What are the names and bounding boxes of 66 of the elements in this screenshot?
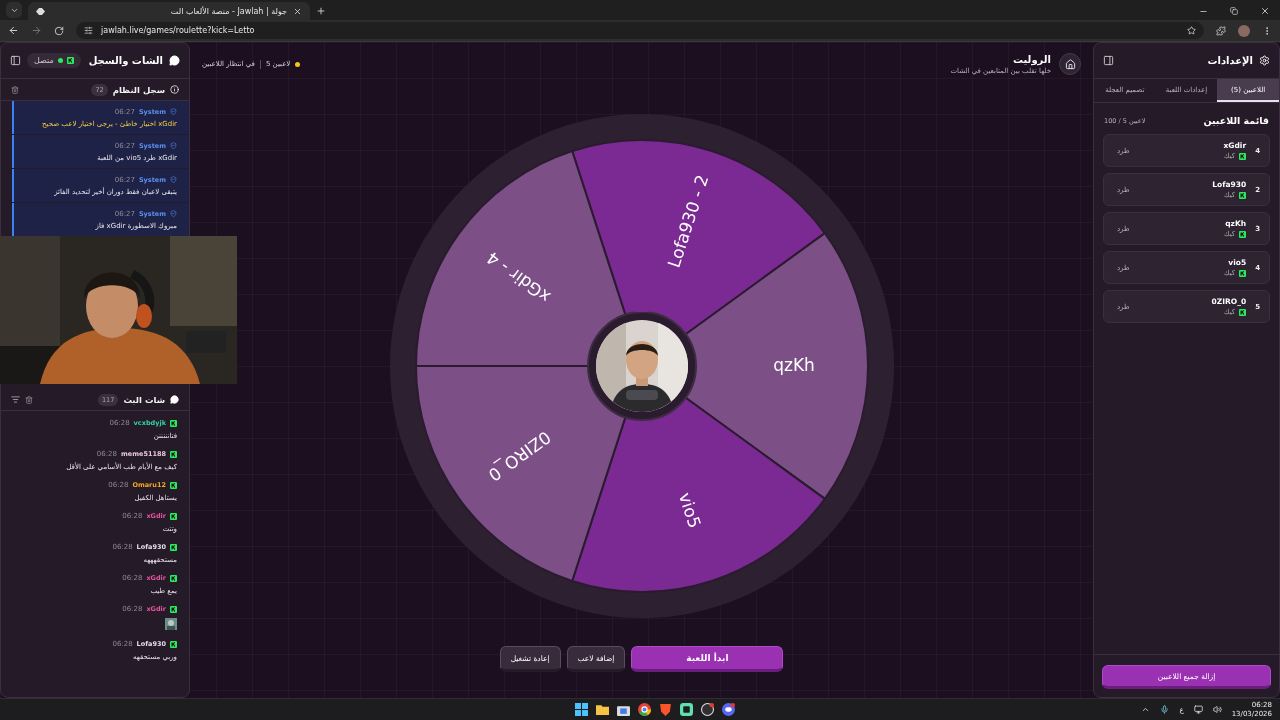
- reload-icon[interactable]: [54, 25, 64, 36]
- forward-icon[interactable]: [31, 25, 42, 36]
- platform-icon: [170, 605, 177, 613]
- trash-icon[interactable]: [25, 395, 33, 404]
- platform-icon: [1239, 191, 1247, 199]
- platform-icon: [170, 481, 177, 489]
- folder-icon[interactable]: [595, 703, 609, 716]
- close-icon[interactable]: [1260, 6, 1270, 16]
- chrome-icon[interactable]: [637, 703, 651, 716]
- extensions-icon[interactable]: [1216, 25, 1226, 36]
- close-tab-icon[interactable]: [293, 6, 302, 16]
- tray-chevron-icon[interactable]: [1141, 705, 1151, 714]
- platform-icon: [1239, 269, 1247, 277]
- trash-icon[interactable]: [11, 85, 19, 94]
- bookmark-star-icon[interactable]: [1187, 26, 1196, 35]
- platform-icon: [1239, 152, 1247, 160]
- shield-icon: [170, 210, 177, 217]
- segment-label: qzKh: [772, 355, 815, 375]
- site-favicon: [36, 7, 45, 15]
- store-icon[interactable]: [616, 703, 630, 716]
- chat-icon: [169, 55, 180, 66]
- platform-icon: [170, 574, 177, 582]
- status-dot: [295, 61, 301, 67]
- network-icon[interactable]: [1193, 705, 1203, 714]
- connection-status: متصل: [27, 53, 81, 68]
- home-button[interactable]: [1059, 53, 1081, 75]
- shield-icon: [170, 142, 177, 149]
- shield-icon: [170, 176, 177, 183]
- browser-tab[interactable]: جولة | Jawlah - منصة الألعاب الت: [28, 2, 310, 20]
- volume-icon[interactable]: [1212, 705, 1222, 714]
- platform-icon: [170, 512, 177, 520]
- address-bar[interactable]: jawlah.live/games/roulette?kick=Letto: [76, 22, 1204, 39]
- microphone-icon[interactable]: [1160, 705, 1170, 714]
- discord-icon[interactable]: [721, 703, 735, 716]
- collapse-panel-icon[interactable]: [10, 55, 21, 66]
- section-title: شات البث: [123, 394, 165, 405]
- recorder-icon[interactable]: [700, 703, 714, 716]
- page-title: الروليت: [1011, 53, 1051, 65]
- shield-icon: [170, 108, 177, 115]
- emote-icon: [165, 618, 177, 630]
- platform-icon: [1239, 308, 1247, 316]
- log-icon: [170, 85, 179, 94]
- restore-icon[interactable]: [1230, 7, 1238, 15]
- settings-icon: [1259, 55, 1270, 66]
- list-title: قائمة اللاعبين: [1203, 115, 1269, 126]
- platform-icon: [1239, 230, 1247, 238]
- home-icon[interactable]: [1064, 58, 1076, 70]
- platform-icon: [170, 543, 177, 551]
- back-icon[interactable]: [8, 25, 19, 36]
- profile-avatar[interactable]: [1238, 24, 1250, 37]
- segment-label: vio5: [674, 490, 705, 531]
- windows-start-icon[interactable]: [574, 703, 588, 716]
- platform-icon: [170, 640, 177, 648]
- start-button[interactable]: ابدأ اللعبة: [631, 646, 784, 672]
- collapse-panel-icon[interactable]: [1103, 55, 1114, 66]
- filter-icon[interactable]: [11, 395, 20, 404]
- app-icon[interactable]: [679, 703, 693, 716]
- site-settings-icon[interactable]: [84, 26, 93, 35]
- chat-icon: [170, 395, 179, 404]
- panel-title: الإعدادات: [1207, 55, 1253, 66]
- panel-title: الشات والسجل: [88, 55, 163, 66]
- section-title: سجل النظام: [112, 84, 165, 95]
- new-tab-icon[interactable]: [316, 6, 326, 16]
- platform-icon: [170, 450, 177, 458]
- platform-icon: [170, 419, 177, 427]
- platform-icon: [66, 57, 74, 64]
